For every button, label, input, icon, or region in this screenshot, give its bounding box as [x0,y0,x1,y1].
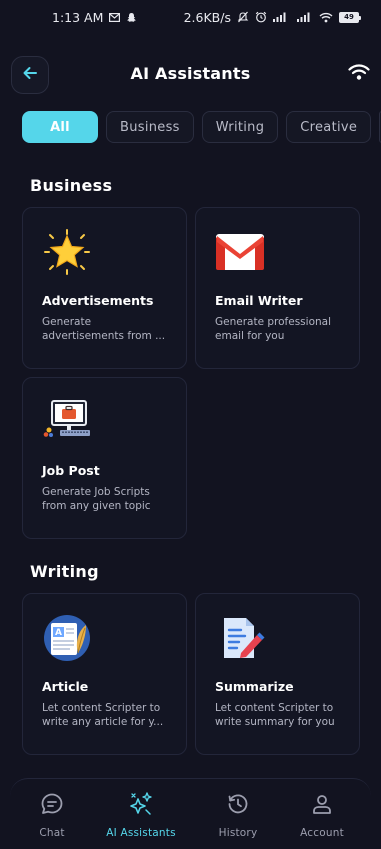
mute-icon [237,11,249,23]
nav-label: Chat [39,827,65,839]
card-description: Generate advertisements from ... [42,316,166,342]
tab-all[interactable]: All [22,111,98,143]
gmail-notification-icon [109,12,121,22]
nav-item-chat[interactable]: Chat [7,791,97,839]
assistant-card-summarize[interactable]: Summarize Let content Scripter to write … [195,593,360,755]
assistant-card-advertisements[interactable]: Advertisements Generate advertisements f… [22,207,187,369]
assistant-card-email-writer[interactable]: Email Writer Generate professional email… [195,207,360,369]
wifi-button[interactable] [347,62,371,86]
battery-indicator: 49 [339,11,361,23]
status-bar: 1:13 AM 2.6KB/s 49 [0,0,381,34]
section-title-business: Business [30,176,113,195]
status-time: 1:13 AM [52,9,104,25]
app-header: AI Assistants [0,54,381,94]
assistant-card-article[interactable]: A Article Let content Scripter to write … [22,593,187,755]
chat-icon [39,791,65,817]
card-title: Article [42,679,89,694]
nav-label: Account [300,827,344,839]
card-description: Generate professional email for you [215,316,331,342]
snapchat-notification-icon [126,12,137,23]
signal-icon-2 [297,12,313,22]
card-description: Let content Scripter to write summary fo… [215,702,335,728]
article-icon: A [41,612,93,664]
card-title: Summarize [215,679,294,694]
category-tabs: All Business Writing Creative [22,111,381,143]
nav-label: AI Assistants [106,827,176,839]
gmail-icon [214,226,266,278]
tab-creative[interactable]: Creative [286,111,372,143]
nav-item-ai-assistants[interactable]: AI Assistants [96,791,186,839]
card-description: Generate Job Scripts from any given topi… [42,486,151,512]
card-title: Job Post [42,463,100,478]
nav-label: History [218,827,258,839]
card-title: Advertisements [42,293,154,308]
computer-icon [41,396,93,448]
nav-item-history[interactable]: History [193,791,283,839]
wifi-status-icon [319,12,333,23]
svg-text:A: A [55,628,62,638]
nav-item-account[interactable]: Account [277,791,367,839]
wifi-icon [348,63,370,85]
summarize-icon [214,612,266,664]
tab-writing[interactable]: Writing [201,111,279,143]
alarm-icon [255,11,267,23]
ai-sparkle-icon [128,791,154,817]
page-title: AI Assistants [130,64,251,83]
star-icon [41,226,93,278]
signal-icon [273,12,291,22]
card-description: Let content Scripter to write any articl… [42,702,164,728]
history-icon [225,791,251,817]
card-title: Email Writer [215,293,303,308]
section-title-writing: Writing [30,562,99,581]
assistant-card-job-post[interactable]: Job Post Generate Job Scripts from any g… [22,377,187,539]
account-icon [309,791,335,817]
tab-business[interactable]: Business [106,111,194,143]
network-speed: 2.6KB/s [183,9,231,25]
bottom-navigation: Chat AI Assistants History Account [10,778,371,849]
